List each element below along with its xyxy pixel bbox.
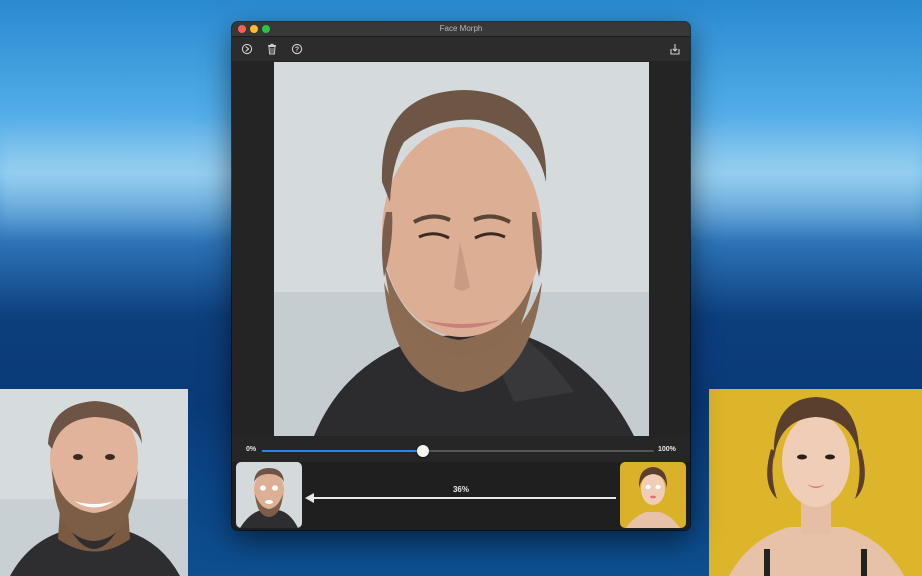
morph-direction-arrow [308,497,616,499]
title-bar[interactable]: Face Morph [232,22,690,37]
source-thumbnail-man[interactable] [236,462,302,528]
help-icon: ? [291,43,303,55]
svg-text:?: ? [295,46,299,53]
trash-icon [268,43,276,55]
morph-slider-knob[interactable] [416,445,429,457]
slider-max-label: 100% [658,446,676,453]
man-portrait-illustration [0,389,188,576]
morph-slider-track[interactable] [262,445,654,457]
target-thumbnail-woman[interactable] [620,462,686,528]
window-title: Face Morph [439,24,483,33]
slider-min-label: 0% [246,446,257,453]
morph-preview-area [232,61,690,437]
morphed-face-illustration [274,62,649,436]
help-button[interactable]: ? [289,41,305,57]
man-thumbnail-illustration [236,462,302,528]
face-morph-window: Face Morph ? 0% 100% 36% [232,22,690,530]
morph-slider-fill [262,450,423,452]
delete-button[interactable] [264,41,280,57]
morph-result-image [274,62,649,436]
woman-thumbnail-illustration [620,462,686,528]
export-button[interactable] [667,41,683,57]
settings-button[interactable] [239,41,255,57]
export-icon [670,44,680,55]
toolbar: ? [232,37,690,62]
source-photo-woman [709,389,922,576]
source-strip: 36% [232,462,690,530]
settings-icon [241,43,253,55]
woman-portrait-illustration [709,389,922,576]
source-photo-man [0,389,188,576]
morph-slider-row: 0% 100% [232,440,690,462]
